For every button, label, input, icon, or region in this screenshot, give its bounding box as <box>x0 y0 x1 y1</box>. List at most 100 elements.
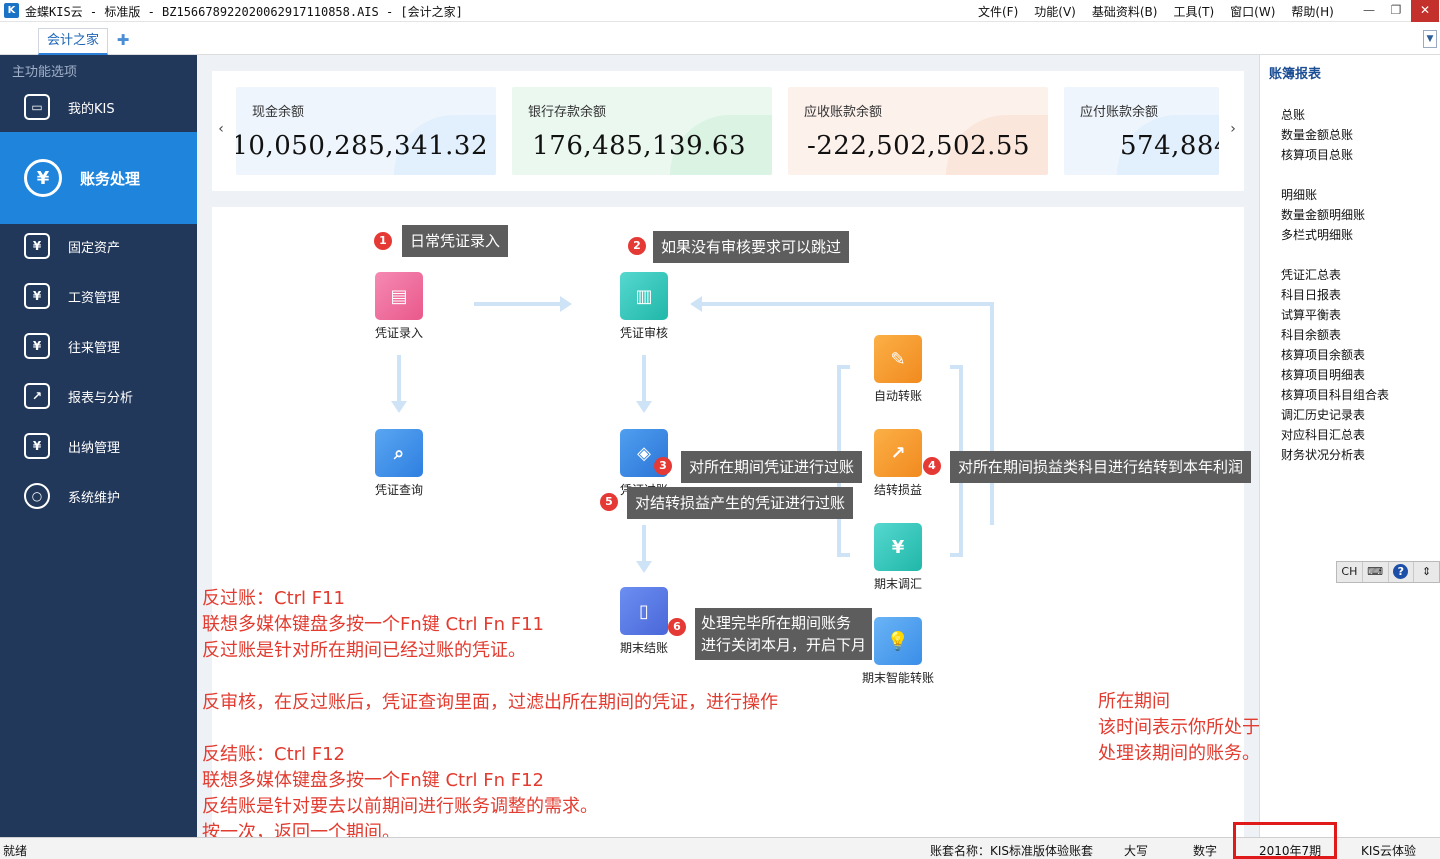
report-link-qty-detail[interactable]: 数量金额明细账 <box>1281 206 1365 223</box>
node-period-adjust[interactable]: ¥ 期末调汇 <box>853 523 943 592</box>
ime-lang-button[interactable]: CH <box>1337 562 1363 582</box>
add-tab-icon[interactable]: ✚ <box>113 30 133 50</box>
balance-card-payable[interactable]: 应付账款余额 574,884 <box>1064 87 1219 175</box>
callout-step-2: 如果没有审核要求可以跳过 <box>653 231 850 263</box>
sidebar-item-label: 出纳管理 <box>68 440 121 456</box>
report-link-fx-history[interactable]: 调汇历史记录表 <box>1281 406 1365 423</box>
node-label: 期末结账 <box>619 641 668 655</box>
callout-line: 处理完毕所在期间账务 <box>701 614 852 632</box>
sidebar-item-label: 固定资产 <box>68 240 121 256</box>
sidebar-item-accounting[interactable]: ¥ 账务处理 <box>0 132 197 224</box>
balance-card-receivable[interactable]: 应收账款余额 -222,502,502.55 <box>788 87 1048 175</box>
menu-tools[interactable]: 工具(T) <box>1165 3 1222 20</box>
card-label: 现金余额 <box>252 105 305 120</box>
balance-panel: ‹ 现金余额 10,050,285,341.32 银行存款余额 176,485,… <box>212 71 1244 191</box>
note-line: 反结账是针对要去以前期间进行账务调整的需求。 <box>202 796 598 817</box>
minimize-button[interactable]: — <box>1356 0 1382 22</box>
smart-transfer-bulb-icon: 💡 <box>874 617 922 665</box>
report-link-detail-ledger[interactable]: 明细账 <box>1281 186 1317 203</box>
menu-file[interactable]: 文件(F) <box>970 3 1026 20</box>
ime-toolbar: CH ⌨ ? ⇕ <box>1336 561 1440 583</box>
menu-help[interactable]: 帮助(H) <box>1283 3 1341 20</box>
node-voucher-audit[interactable]: ▥ 凭证审核 <box>599 272 689 341</box>
balance-card-cash[interactable]: 现金余额 10,050,285,341.32 <box>236 87 496 175</box>
keyboard-icon[interactable]: ⌨ <box>1363 562 1389 582</box>
report-link-item-detail[interactable]: 核算项目明细表 <box>1281 366 1365 383</box>
card-label: 应收账款余额 <box>804 105 883 120</box>
card-value: -222,502,502.55 <box>806 131 1030 161</box>
sidebar-item-my-kis[interactable]: ▭ 我的KIS <box>0 83 197 131</box>
menu-window[interactable]: 窗口(W) <box>1222 3 1283 20</box>
voucher-entry-icon: ▤ <box>375 272 423 320</box>
yen-cycle-icon: ¥ <box>24 333 50 359</box>
note-unpost: 反过账：Ctrl F11 联想多媒体键盘多按一个Fn键 Ctrl Fn F11 … <box>202 586 544 664</box>
tab-accounting-home[interactable]: 会计之家 <box>38 28 109 55</box>
node-voucher-entry[interactable]: ▤ 凭证录入 <box>354 272 444 341</box>
status-num: 数字 <box>1193 844 1218 858</box>
sidebar-item-label: 账务处理 <box>80 169 141 188</box>
report-link-financial-analysis[interactable]: 财务状况分析表 <box>1281 446 1365 463</box>
sidebar-item-system[interactable]: ○ 系统维护 <box>0 472 197 520</box>
card-value: 176,485,139.63 <box>532 131 746 161</box>
note-unclose: 反结账：Ctrl F12 联想多媒体键盘多按一个Fn键 Ctrl Fn F12 … <box>202 742 598 846</box>
carousel-next-icon[interactable]: › <box>1226 121 1240 137</box>
callout-line: 进行关闭本月，开启下月 <box>701 636 867 654</box>
sidebar-item-fixed-assets[interactable]: ¥ 固定资产 <box>0 222 197 270</box>
step-badge: 5 <box>600 493 618 511</box>
ime-arrow-icon[interactable]: ⇕ <box>1414 562 1439 582</box>
report-link-general-ledger[interactable]: 总账 <box>1281 106 1305 123</box>
yen-shield-icon: ¥ <box>24 159 62 197</box>
node-voucher-query[interactable]: ⌕ 凭证查询 <box>354 429 444 498</box>
sidebar-header: 主功能选项 <box>12 65 78 80</box>
note-line: 联想多媒体键盘多按一个Fn键 Ctrl Fn F11 <box>202 614 544 635</box>
yen-doc-icon: ¥ <box>24 283 50 309</box>
status-product: KIS云体验 <box>1361 844 1417 858</box>
report-link-account-balance[interactable]: 科目余额表 <box>1281 326 1341 343</box>
restore-button[interactable]: ❐ <box>1383 0 1409 22</box>
report-link-voucher-summary[interactable]: 凭证汇总表 <box>1281 266 1341 283</box>
callout-step-4: 对所在期间损益类科目进行结转到本年利润 <box>950 451 1252 483</box>
step-badge: 2 <box>628 237 646 255</box>
note-line: 反过账：Ctrl F11 <box>202 588 346 609</box>
status-bar: 就绪 账套名称：KIS标准版体验账套 大写 数字 2010年7期 KIS云体验 <box>0 837 1440 859</box>
node-auto-transfer[interactable]: ✎ 自动转账 <box>853 335 943 404</box>
report-link-daily[interactable]: 科目日报表 <box>1281 286 1341 303</box>
app-logo-icon: K <box>4 3 19 18</box>
report-link-counter-summary[interactable]: 对应科目汇总表 <box>1281 426 1365 443</box>
sidebar-item-payroll[interactable]: ¥ 工资管理 <box>0 272 197 320</box>
report-panel-title: 账簿报表 <box>1269 67 1322 82</box>
sidebar-item-reports[interactable]: ↗ 报表与分析 <box>0 372 197 420</box>
help-icon[interactable]: ? <box>1389 562 1415 582</box>
report-link-multicolumn[interactable]: 多栏式明细账 <box>1281 226 1353 243</box>
callout-step-6: 处理完毕所在期间账务 进行关闭本月，开启下月 <box>695 608 873 660</box>
sidebar-item-receivables[interactable]: ¥ 往来管理 <box>0 322 197 370</box>
voucher-audit-icon: ▥ <box>620 272 668 320</box>
status-account-name: 账套名称：KIS标准版体验账套 <box>930 844 1094 858</box>
note-line: 联想多媒体键盘多按一个Fn键 Ctrl Fn F12 <box>202 770 544 791</box>
note-line: 反结账：Ctrl F12 <box>202 744 346 765</box>
report-link-item-combo[interactable]: 核算项目科目组合表 <box>1281 386 1389 403</box>
step-badge: 6 <box>668 618 686 636</box>
report-link-item-balance[interactable]: 核算项目余额表 <box>1281 346 1365 363</box>
report-link-item-ledger[interactable]: 核算项目总账 <box>1281 146 1353 163</box>
monitor-icon: ▭ <box>24 94 50 120</box>
close-button[interactable]: ✕ <box>1411 0 1439 22</box>
collapse-panel-icon[interactable]: ▼ <box>1423 30 1437 48</box>
sidebar-item-label: 系统维护 <box>68 490 121 506</box>
menu-basic-data[interactable]: 基础资料(B) <box>1084 3 1166 20</box>
chart-board-icon: ↗ <box>24 383 50 409</box>
carousel-prev-icon[interactable]: ‹ <box>214 121 228 137</box>
report-link-qty-ledger[interactable]: 数量金额总账 <box>1281 126 1353 143</box>
period-highlight-box <box>1233 822 1337 859</box>
callout-step-3: 对所在期间凭证进行过账 <box>681 451 863 483</box>
node-label: 凭证查询 <box>374 483 423 497</box>
window-title: 金蝶KIS云 - 标准版 - BZ15667892202006291711085… <box>25 5 463 19</box>
report-link-trial-balance[interactable]: 试算平衡表 <box>1281 306 1341 323</box>
sidebar-item-cashier[interactable]: ¥ 出纳管理 <box>0 422 197 470</box>
balance-card-bank[interactable]: 银行存款余额 176,485,139.63 <box>512 87 772 175</box>
node-label: 结转损益 <box>873 483 922 497</box>
menu-function[interactable]: 功能(V) <box>1026 3 1084 20</box>
profit-transfer-icon: ↗ <box>874 429 922 477</box>
node-label: 期末智能转账 <box>861 671 934 685</box>
voucher-query-icon: ⌕ <box>375 429 423 477</box>
